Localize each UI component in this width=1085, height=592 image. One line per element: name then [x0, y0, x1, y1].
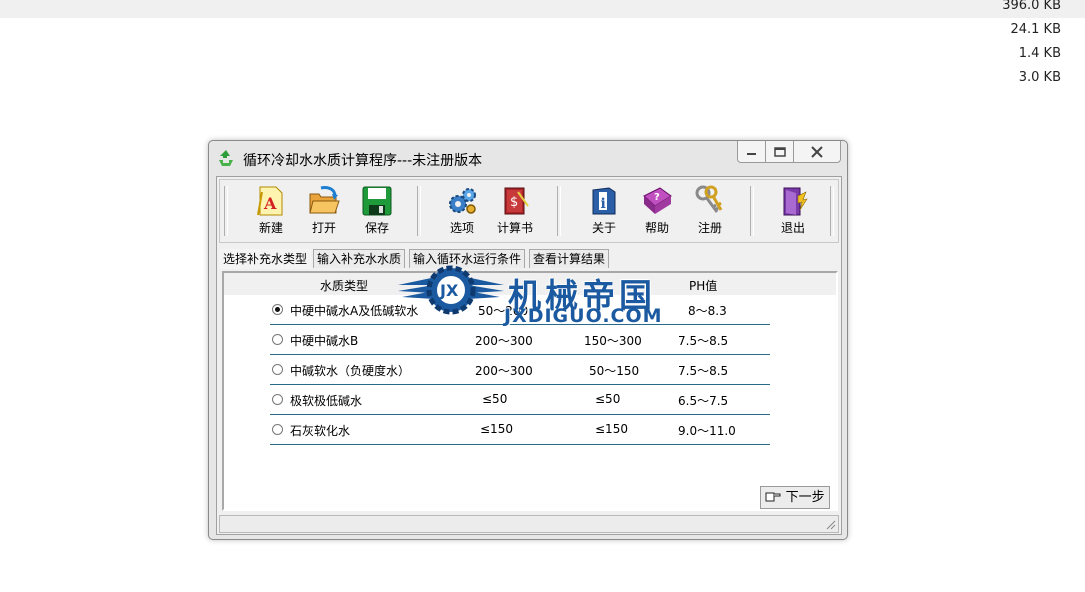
ph-cell: 9.0～11.0	[678, 424, 736, 438]
save-button[interactable]: 保存	[355, 184, 399, 238]
water-type-name: 中碱软水（负硬度水）	[290, 364, 411, 378]
water-type-name: 中硬中碱水B	[290, 334, 359, 348]
keys-icon	[695, 185, 723, 213]
options-label: 选项	[449, 221, 474, 235]
save-label: 保存	[364, 221, 389, 235]
open-folder-icon	[309, 186, 340, 214]
exit-label: 退出	[780, 221, 805, 235]
tab-select-makeup-water-type[interactable]: 选择补充水类型	[219, 249, 312, 269]
about-label: 关于	[591, 221, 616, 235]
watermark-sub-text: JXDIGUO.COM	[504, 305, 663, 327]
background-list-header	[0, 0, 1085, 18]
exit-door-icon	[783, 187, 808, 216]
svg-text:i: i	[601, 196, 606, 212]
recycle-icon	[219, 150, 233, 166]
table-row[interactable]: 极软极低碱水 ≤50 ≤50 6.5～7.5	[270, 385, 770, 415]
watermark-badge: JX	[439, 281, 459, 300]
toolbar-separator	[224, 186, 228, 236]
next-step-label: 下一步	[785, 490, 825, 505]
value-cell: ≤150	[595, 422, 628, 436]
minimize-button[interactable]	[737, 141, 766, 163]
watermark: JX 机械帝国 JXDIGUO.COM	[396, 255, 696, 327]
open-label: 打开	[311, 221, 336, 235]
toolbar-separator	[830, 186, 834, 236]
help-button[interactable]: ? 帮助	[635, 184, 679, 238]
file-size-1: 396.0 KB	[1002, 0, 1061, 13]
close-icon	[811, 145, 823, 158]
column-header-water-type: 水质类型	[320, 279, 369, 293]
water-type-radio[interactable]	[272, 394, 283, 405]
water-type-name: 极软极低碱水	[290, 394, 363, 408]
maximize-button[interactable]	[766, 141, 794, 163]
toolbar-separator	[417, 186, 421, 236]
water-type-radio[interactable]	[272, 334, 283, 345]
minimize-icon	[747, 152, 756, 155]
water-type-radio[interactable]	[272, 424, 283, 435]
new-label: 新建	[258, 221, 283, 235]
value-cell: 200～300	[475, 334, 533, 348]
table-row[interactable]: 中硬中碱水B 200～300 150～300 7.5～8.5	[270, 325, 770, 355]
register-button[interactable]: 注册	[688, 184, 732, 238]
new-document-icon: A	[257, 186, 283, 216]
value-cell: ≤150	[480, 422, 513, 436]
table-row[interactable]: 中碱软水（负硬度水） 200～300 50～150 7.5～8.5	[270, 355, 770, 385]
about-button[interactable]: i 关于	[582, 184, 626, 238]
floppy-disk-icon	[362, 186, 392, 216]
pointing-hand-icon	[765, 492, 781, 502]
gears-icon	[449, 188, 476, 214]
title-bar[interactable]: 循环冷却水水质计算程序---未注册版本	[209, 141, 847, 175]
info-icon: i	[592, 187, 616, 215]
next-step-button[interactable]: 下一步	[760, 486, 830, 509]
file-size-3: 1.4 KB	[1018, 46, 1061, 61]
watermark-logo-icon: JX	[398, 265, 504, 315]
options-button[interactable]: 选项	[440, 184, 484, 238]
window-title: 循环冷却水水质计算程序---未注册版本	[243, 153, 483, 169]
ph-cell: 6.5～7.5	[678, 394, 729, 408]
value-cell: ≤50	[482, 392, 508, 406]
water-type-radio[interactable]	[272, 304, 283, 315]
resize-grip-icon[interactable]	[824, 518, 836, 530]
exit-button[interactable]: 退出	[771, 184, 815, 238]
calcbook-label: 计算书	[496, 221, 533, 235]
client-area: A 新建 打开 保存 选项 $ 计算书 i 关于 ? 帮助 注册 退出 选择补充…	[216, 176, 842, 535]
value-cell: 50～150	[589, 364, 640, 378]
help-book-icon: ?	[643, 187, 672, 214]
toolbar: A 新建 打开 保存 选项 $ 计算书 i 关于 ? 帮助 注册 退出	[219, 179, 839, 243]
calcbook-button[interactable]: $ 计算书	[493, 184, 537, 238]
app-window: 循环冷却水水质计算程序---未注册版本 A 新建 打开 保存 选项 $ 计算书 …	[208, 140, 848, 540]
help-label: 帮助	[644, 221, 669, 235]
svg-text:$: $	[510, 195, 518, 210]
close-button[interactable]	[794, 141, 841, 163]
water-type-name: 石灰软化水	[290, 424, 351, 438]
calculation-book-icon: $	[504, 187, 529, 215]
value-cell: ≤50	[595, 392, 621, 406]
new-button[interactable]: A 新建	[249, 184, 293, 238]
tab-input-makeup-water-quality[interactable]: 输入补充水水质	[313, 249, 406, 268]
svg-text:?: ?	[654, 192, 660, 203]
file-size-2: 24.1 KB	[1010, 22, 1061, 37]
value-cell: 200～300	[475, 364, 533, 378]
toolbar-separator	[750, 186, 754, 236]
register-label: 注册	[697, 221, 722, 235]
file-size-4: 3.0 KB	[1018, 70, 1061, 85]
water-type-radio[interactable]	[272, 364, 283, 375]
maximize-icon	[773, 146, 786, 157]
table-row[interactable]: 石灰软化水 ≤150 ≤150 9.0～11.0	[270, 415, 770, 445]
toolbar-separator	[557, 186, 561, 236]
ph-cell: 7.5～8.5	[678, 364, 729, 378]
ph-cell: 7.5～8.5	[678, 334, 729, 348]
open-button[interactable]: 打开	[302, 184, 346, 238]
svg-text:A: A	[263, 194, 277, 213]
status-bar	[219, 515, 839, 533]
value-cell: 150～300	[584, 334, 642, 348]
